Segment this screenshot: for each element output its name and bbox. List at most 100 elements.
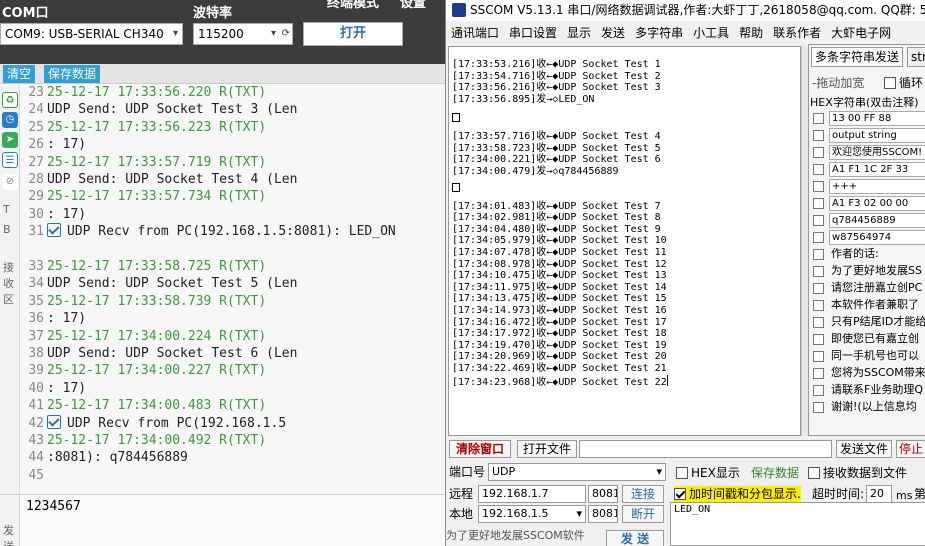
promo-text[interactable]: 为了更好地发展SSCOM软件 [446,528,585,544]
local-port-field[interactable]: 8081 [588,505,618,523]
string-item-field[interactable]: A1 F1 1C 2F 33 [829,162,925,177]
hex-checkbox[interactable] [813,300,824,311]
menu-item[interactable]: 串口设置 [504,23,562,43]
timestamp-box[interactable] [674,488,686,500]
send-arrow-icon[interactable]: ➤ [2,132,18,148]
hex-display-box[interactable] [676,467,688,479]
string-item-field[interactable]: +++ [829,179,925,194]
file-path-field[interactable] [579,440,832,458]
menu-item[interactable]: 小工具 [688,23,734,43]
string-item-note[interactable]: 只有P结尾ID才能给 [829,315,925,330]
string-item-note[interactable]: 谢谢!(以上信息均 [829,400,925,415]
menu-item[interactable]: 显示 [562,23,596,43]
open-file-button[interactable]: 打开文件 [517,440,577,458]
loop-checkbox[interactable]: 循环 [884,75,923,91]
hex-checkbox[interactable] [813,232,824,243]
string-item-field[interactable]: w87564974 [829,230,925,245]
string-item-note[interactable]: 请联系F业务助理Q [829,383,925,398]
hex-checkbox[interactable] [813,368,824,379]
hex-checkbox[interactable] [813,198,824,209]
timestamp-checkbox[interactable]: 加时间戳和分包显示. [674,486,801,502]
send-input[interactable]: 1234567 [26,499,81,514]
string-item-field[interactable]: q784456889 [829,213,925,228]
open-port-button[interactable]: 打开 [303,22,403,46]
hex-header: HEX [810,96,833,109]
disconnect-button[interactable]: 断开 [622,505,664,523]
menu-item[interactable]: 大虾电子网 [826,23,896,43]
hex-checkbox[interactable] [813,249,824,260]
line-number: 31 [28,224,44,240]
receive-log[interactable]: 23 25-12-17 17:33:56.220 R(TXT) 24 UDP Send… [20,84,445,494]
settings-label[interactable]: 设置 [400,0,426,11]
string-item-note[interactable]: 请您注册嘉立创PC [829,281,925,296]
hex-display-checkbox[interactable]: HEX显示 [676,465,740,481]
mode-label[interactable]: 终端模式 [327,0,379,11]
menu-item[interactable]: 联系作者 [768,23,826,43]
port-number-select[interactable]: UDP ▾ [488,463,666,481]
string-item-note[interactable]: 同一手机号也可以 [829,349,925,364]
send-file-button[interactable]: 发送文件 [836,440,892,458]
string-item-field[interactable]: output string [829,128,925,143]
recv-to-file-box[interactable] [808,467,820,479]
binary-mode-toggle[interactable]: B [3,222,11,238]
baud-select[interactable]: 115200 ▾ ⟳ [193,23,293,45]
hex-checkbox[interactable] [813,334,824,345]
string-item-note[interactable]: 为了更好地发展SS [829,264,925,279]
menu-item[interactable]: 多字符串 [630,23,688,43]
hex-checkbox[interactable] [813,215,824,226]
tab-multi-string[interactable]: 多条字符串发送 [811,47,904,67]
send-text-area[interactable]: LED_ON [670,502,925,546]
menu-item[interactable]: 通讯端口 [446,23,504,43]
local-ip-select[interactable]: 192.168.1.5 ▾ [478,505,586,523]
hex-checkbox[interactable] [813,130,824,141]
string-item-note[interactable]: 作者的话: [829,247,925,262]
hex-checkbox[interactable] [813,385,824,396]
checkbox-icon [47,223,61,238]
menu-item[interactable]: 发送 [596,23,630,43]
hex-checkbox[interactable] [813,164,824,175]
connect-button[interactable]: 连接 [622,485,664,503]
line-number: 42 [28,415,44,431]
eye-off-icon[interactable]: ⊘ [2,174,18,190]
string-item-note[interactable]: 本软件作者兼职了 [829,298,925,313]
port-select[interactable]: COM9: USB-SERIAL CH340 ▾ [0,23,183,45]
list-icon[interactable]: ☰ [2,152,18,168]
hex-checkbox[interactable] [813,283,824,294]
hex-checkbox[interactable] [813,147,824,158]
recv-to-file-checkbox[interactable]: 接收数据到文件 [808,465,907,481]
save-data-button[interactable]: 保存数据 [44,65,101,83]
checkbox-icon [47,414,61,429]
line-number: 35 [28,293,44,309]
save-data-link[interactable]: 保存数据 [751,465,799,481]
hex-checkbox[interactable] [813,351,824,362]
hex-checkbox[interactable] [813,181,824,192]
stop-button[interactable]: 停止 [896,440,925,458]
receive-terminal[interactable]: [17:33:53.216]收←◆UDP Socket Test 1 [17:33… [448,46,801,436]
drag-widen-label[interactable]: -拖动加宽 [812,75,864,91]
left-serial-app: COM口 波特率 终端模式 设置 COM9: USB-SERIAL CH340 … [0,0,445,546]
send-button[interactable]: 发 送 [606,530,664,546]
refresh-icon[interactable]: ⟳ [282,24,290,44]
clear-window-button[interactable]: 清除窗口 [449,440,511,458]
string-item-note[interactable]: 即使您已有嘉立创 [829,332,925,347]
line-text: : 17) [47,380,87,396]
clear-button[interactable]: 清空 [3,65,36,83]
tab-stm[interactable]: stm [907,47,925,67]
remote-ip-field[interactable]: 192.168.1.7 [478,485,586,503]
timeout-label: 超时时间: [812,487,865,501]
string-item-note[interactable]: 您将为SSCOM带来更 [829,366,925,381]
string-item-field[interactable]: A1 F3 02 00 00 [829,196,925,211]
text-mode-toggle[interactable]: T [3,202,10,218]
recycle-icon[interactable]: ♻ [2,92,18,108]
remote-port-field[interactable]: 8081 [588,485,618,503]
clock-icon[interactable]: ◷ [2,112,18,128]
hex-checkbox[interactable] [813,402,824,413]
loop-checkbox-box[interactable] [884,77,896,89]
hex-checkbox[interactable] [813,113,824,124]
menu-item[interactable]: 帮助 [734,23,768,43]
string-item-field[interactable]: 13 00 FF 88 [829,111,925,126]
hex-checkbox[interactable] [813,317,824,328]
timeout-field[interactable]: 20 [866,485,892,503]
string-item-field[interactable]: 欢迎您使用SSCOM! [829,145,925,160]
hex-checkbox[interactable] [813,266,824,277]
